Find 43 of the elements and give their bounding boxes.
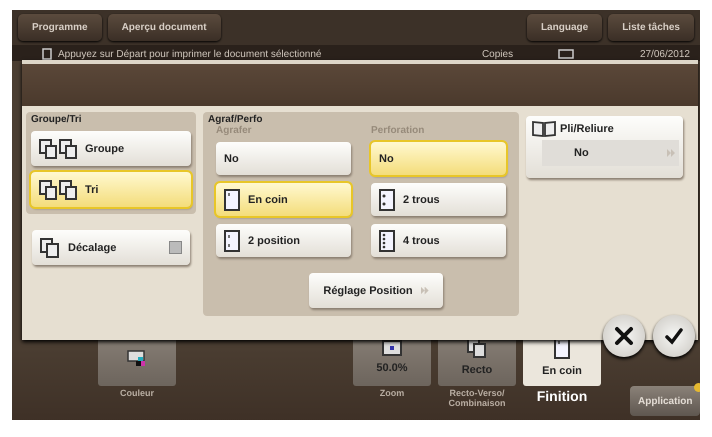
tab-button[interactable]: Language [526,14,602,41]
fold-button[interactable]: Pli/Reliure No [526,116,683,178]
option-button[interactable]: No [216,142,351,175]
job-date: 27/06/2012 [640,48,690,60]
page-icon [224,188,240,210]
option-button[interactable]: 2 position [216,224,351,257]
tab-button[interactable]: Liste tâches [608,14,694,41]
close-icon [614,326,634,346]
pages-icon [39,180,77,200]
page-icon [379,188,395,210]
option-button[interactable]: 2 trous [371,183,506,216]
tile-caption: Finition [536,388,588,404]
offset-icon [40,238,60,258]
offset-button[interactable]: Décalage [32,230,190,265]
application-button[interactable]: Application [630,386,700,416]
ok-button[interactable] [653,315,695,357]
tab-button[interactable]: Programme [18,14,102,41]
option-button[interactable]: Tri [31,172,191,207]
fold-title: Pli/Reliure [560,123,614,135]
fold-value: No [574,147,589,159]
document-icon [42,48,52,60]
job-message: Appuyez sur Départ pour imprimer le document sélectionné [58,48,322,60]
close-button[interactable] [603,315,645,357]
document-icon [558,49,574,59]
position-button[interactable]: Réglage Position [309,273,443,308]
job-copies: Copies [482,48,514,60]
option-button[interactable]: En coin [216,183,351,216]
page-icon [554,337,570,359]
option-button[interactable]: No [371,142,506,175]
group-title: Groupe/Tri [31,114,83,125]
tab-button[interactable]: Aperçu document [108,14,221,41]
tile-caption: Zoom [380,388,404,398]
group-title: Agraf/Perfo [208,114,264,125]
pages-icon [39,138,77,158]
check-icon [664,326,684,346]
book-icon [532,120,556,138]
page-icon [379,230,395,252]
option-button[interactable]: 4 trous [371,224,506,257]
tile-caption: Couleur [120,388,154,398]
tile-caption: Recto-Verso/ Combinaison [448,388,506,408]
option-button[interactable]: Groupe [31,131,191,166]
page-icon [224,230,240,252]
checkbox[interactable] [169,241,182,254]
